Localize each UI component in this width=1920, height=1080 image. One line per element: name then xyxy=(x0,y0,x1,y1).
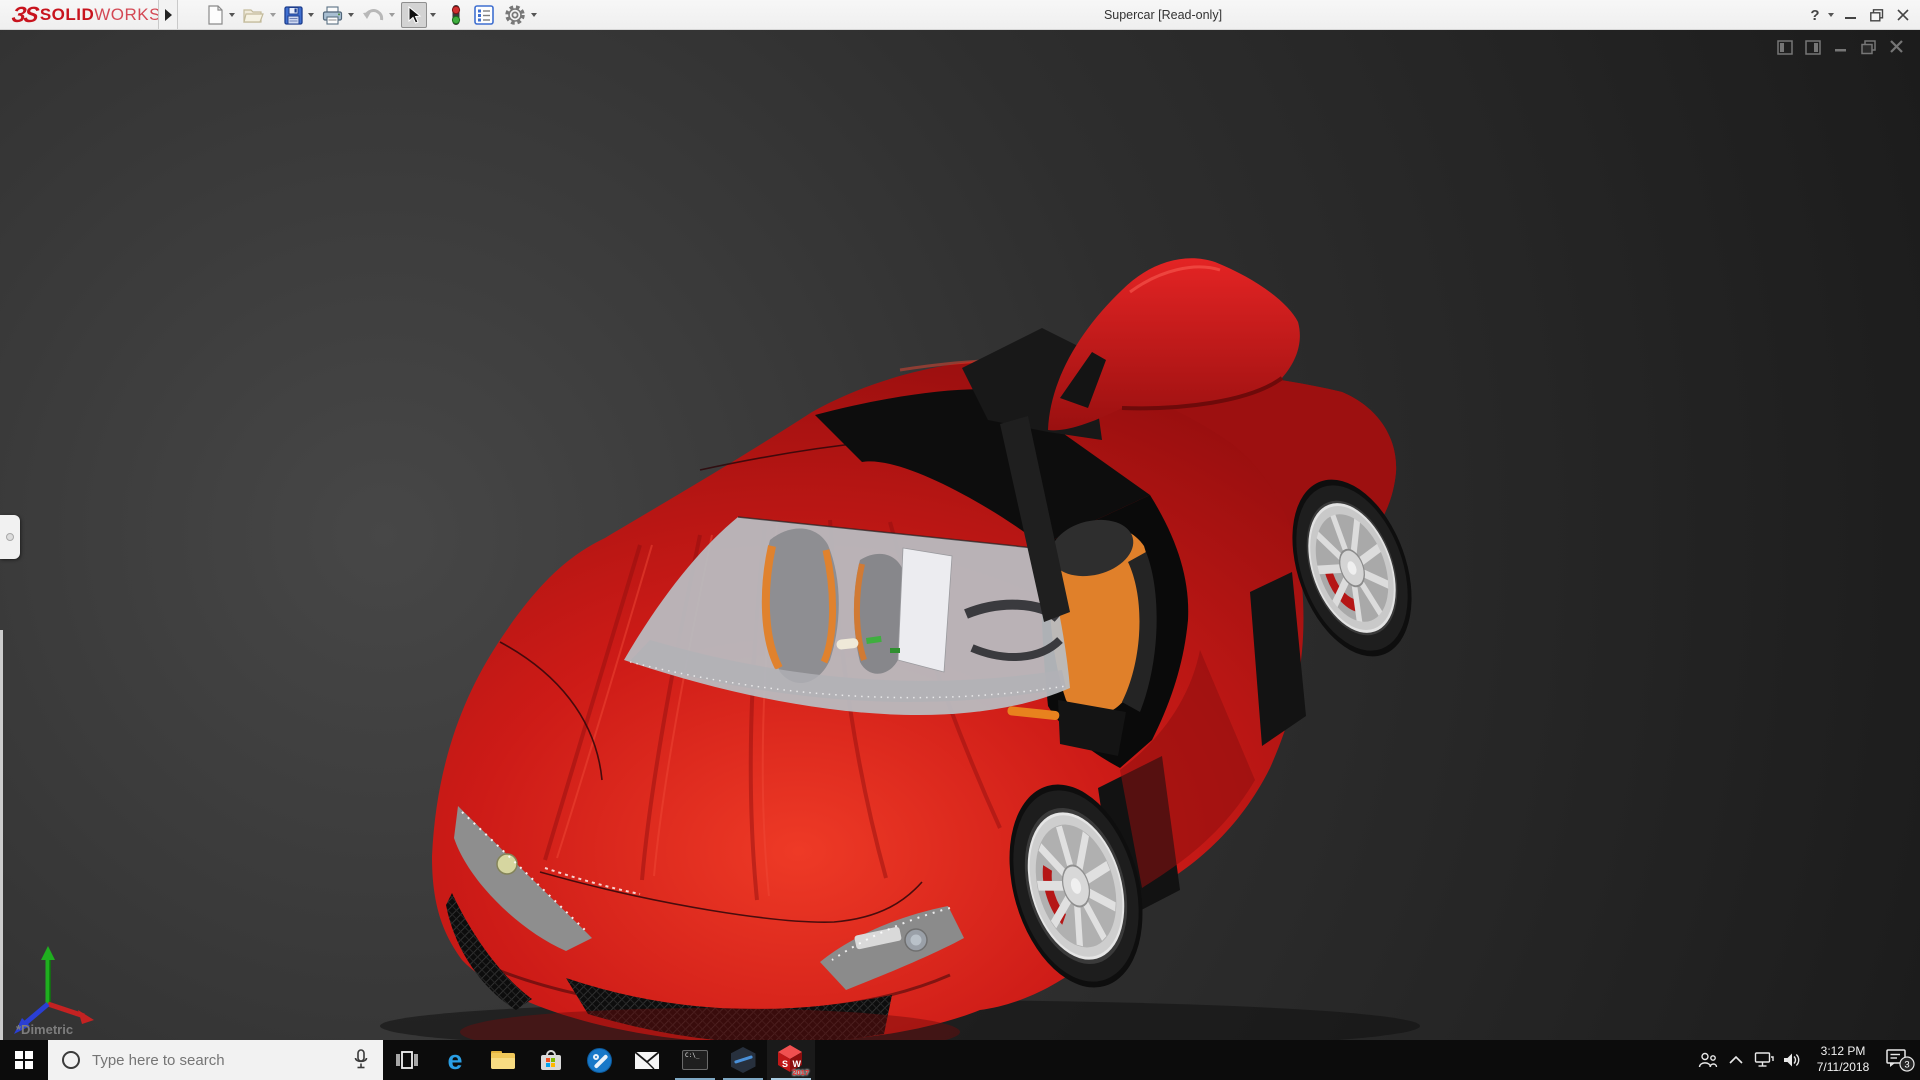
new-document-button[interactable] xyxy=(205,2,226,28)
system-tray: 3:12 PM 7/11/2018 3 xyxy=(1694,1040,1920,1080)
undo-dropdown[interactable] xyxy=(389,13,395,17)
taskbar-app-edrawings[interactable] xyxy=(719,1040,767,1080)
quick-toolbar xyxy=(205,0,543,30)
taskbar-app-solidworks-2017[interactable]: S W 2017 xyxy=(767,1040,815,1080)
taskbar-app-mail[interactable] xyxy=(623,1040,671,1080)
network-button[interactable] xyxy=(1750,1040,1778,1080)
chevron-up-icon xyxy=(1727,1054,1745,1066)
action-center-button[interactable]: 3 xyxy=(1880,1040,1920,1080)
sw-year-label: 2017 xyxy=(792,1068,809,1077)
title-bar: ЗS SOLID WORKS xyxy=(0,0,1920,30)
x-axis xyxy=(48,1004,94,1024)
new-document-dropdown[interactable] xyxy=(229,13,235,17)
document-properties-icon xyxy=(474,5,494,25)
file-explorer-icon xyxy=(491,1051,515,1069)
open-document-button[interactable] xyxy=(241,2,267,28)
select-tool-button[interactable] xyxy=(401,2,427,28)
network-ethernet-icon xyxy=(1754,1051,1774,1069)
start-button[interactable] xyxy=(0,1040,48,1080)
restore-button[interactable] xyxy=(1864,0,1890,30)
people-button[interactable] xyxy=(1694,1040,1722,1080)
task-view-icon xyxy=(395,1049,419,1071)
print-icon xyxy=(322,6,343,25)
brand-works-text: WORKS xyxy=(94,5,161,25)
help-dropdown[interactable] xyxy=(1828,13,1834,17)
menu-flyout-button[interactable] xyxy=(158,0,178,29)
options-button[interactable] xyxy=(502,2,528,28)
taskbar-app-store[interactable] xyxy=(527,1040,575,1080)
brand-solid-text: SOLID xyxy=(40,5,94,25)
options-dropdown[interactable] xyxy=(531,13,537,17)
people-icon xyxy=(1698,1051,1718,1069)
graphics-viewport[interactable]: *Dimetric xyxy=(0,30,1920,1040)
action-center-icon: 3 xyxy=(1885,1047,1915,1073)
tray-overflow-button[interactable] xyxy=(1722,1040,1750,1080)
taskbar-clock[interactable]: 3:12 PM 7/11/2018 xyxy=(1806,1044,1880,1075)
volume-button[interactable] xyxy=(1778,1040,1806,1080)
speaker-icon xyxy=(1782,1051,1802,1069)
help-button[interactable]: ? xyxy=(1802,0,1828,30)
taskbar-app-file-explorer[interactable] xyxy=(479,1040,527,1080)
rebuild-stoplight-icon xyxy=(450,4,462,26)
options-gear-icon xyxy=(504,4,526,26)
minimize-button[interactable] xyxy=(1838,0,1864,30)
microphone-icon[interactable] xyxy=(353,1049,369,1071)
edge-icon: e xyxy=(447,1047,462,1074)
save-dropdown[interactable] xyxy=(308,13,314,17)
print-dropdown[interactable] xyxy=(348,13,354,17)
tray-date: 7/11/2018 xyxy=(1806,1060,1880,1076)
command-prompt-icon: C:\_ xyxy=(682,1050,708,1070)
edrawings-hexagon-icon xyxy=(731,1047,756,1073)
window-controls: ? xyxy=(1802,0,1916,30)
windows-taskbar: e xyxy=(0,1040,1920,1080)
save-icon xyxy=(284,6,303,25)
task-view-button[interactable] xyxy=(383,1040,431,1080)
taskbar-app-edge[interactable]: e xyxy=(431,1040,479,1080)
window-title: Supercar [Read-only] xyxy=(1104,0,1222,30)
view-orientation-label: *Dimetric xyxy=(16,1022,73,1037)
print-button[interactable] xyxy=(320,2,345,28)
cortana-icon xyxy=(62,1051,80,1069)
close-button[interactable] xyxy=(1890,0,1916,30)
mail-icon xyxy=(634,1051,660,1070)
search-input[interactable] xyxy=(92,1052,342,1069)
undo-icon xyxy=(362,6,384,24)
solidworks-logo: ЗS SOLID WORKS xyxy=(12,2,161,28)
select-arrow-icon xyxy=(406,6,422,25)
document-properties-button[interactable] xyxy=(472,2,496,28)
windows-logo-icon xyxy=(15,1051,33,1069)
rebuild-button[interactable] xyxy=(448,2,464,28)
help-icon: ? xyxy=(1810,7,1819,24)
supercar-model xyxy=(0,30,1920,1040)
minimize-icon xyxy=(1845,9,1857,21)
close-icon xyxy=(1897,9,1909,21)
y-axis xyxy=(41,946,55,1004)
taskbar-app-settings-tool[interactable] xyxy=(575,1040,623,1080)
solidworks-window: ЗS SOLID WORKS xyxy=(0,0,1920,1080)
save-button[interactable] xyxy=(282,2,305,28)
notification-badge: 3 xyxy=(1904,1060,1909,1071)
open-document-dropdown[interactable] xyxy=(270,13,276,17)
wrench-tool-icon xyxy=(587,1048,612,1073)
select-dropdown[interactable] xyxy=(430,13,436,17)
taskbar-search[interactable] xyxy=(48,1040,383,1080)
solidworks-2017-icon: S W 2017 xyxy=(775,1044,807,1076)
open-document-icon xyxy=(243,6,265,24)
restore-down-icon xyxy=(1870,9,1884,22)
solidworks-logo-mark-icon: ЗS xyxy=(10,2,39,28)
microsoft-store-icon xyxy=(540,1050,562,1070)
svg-text:S: S xyxy=(782,1059,788,1069)
undo-button[interactable] xyxy=(360,2,386,28)
flyout-arrow-icon xyxy=(165,9,172,21)
tray-time: 3:12 PM xyxy=(1806,1044,1880,1060)
taskbar-app-command-prompt[interactable]: C:\_ xyxy=(671,1040,719,1080)
new-document-icon xyxy=(207,5,224,25)
